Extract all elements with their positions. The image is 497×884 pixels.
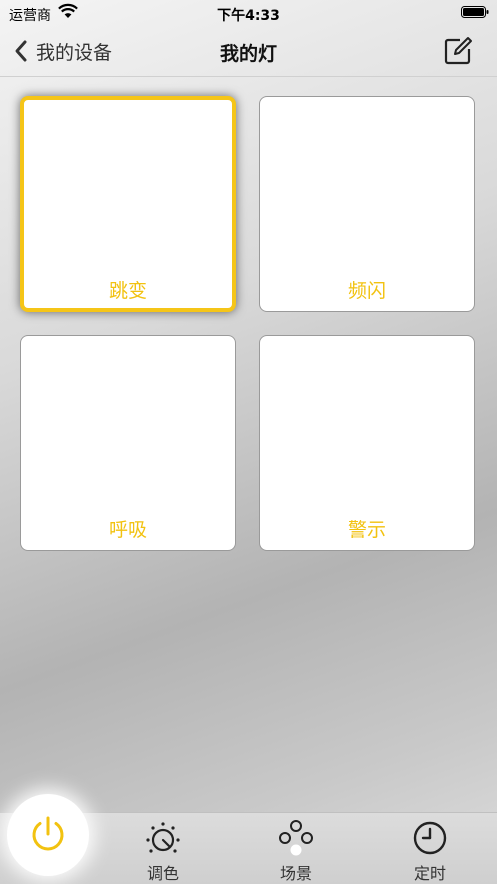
tab-timer[interactable]: 定时 (390, 818, 470, 883)
color-dial-icon (146, 822, 180, 853)
edit-icon[interactable] (443, 36, 473, 66)
mode-grid: 跳变 频闪 呼吸 警示 (20, 96, 478, 556)
tab-scene-label: 场景 (279, 864, 312, 883)
page-title: 我的灯 (219, 43, 277, 65)
nav-bar: 我的设备 我的灯 (0, 26, 497, 77)
power-icon (32, 816, 64, 851)
status-bar: 运营商 下午4:33 (0, 0, 497, 26)
scene-icon (279, 820, 313, 856)
mode-label: 频闪 (347, 280, 386, 302)
status-time: 下午4:33 (217, 8, 280, 24)
mode-tile-strobe[interactable]: 频闪 (259, 96, 475, 312)
power-button[interactable] (7, 794, 89, 876)
clock-icon (413, 821, 447, 855)
mode-label: 呼吸 (108, 519, 147, 541)
tab-timer-label: 定时 (413, 864, 446, 883)
mode-label: 警示 (347, 519, 386, 541)
mode-label: 跳变 (108, 280, 147, 302)
tab-color[interactable]: 调色 (123, 818, 203, 883)
mode-tile-breathe[interactable]: 呼吸 (20, 335, 236, 551)
mode-tile-jump[interactable]: 跳变 (20, 96, 236, 312)
tab-scene[interactable]: 场景 (256, 818, 336, 883)
tab-color-label: 调色 (146, 864, 179, 883)
mode-tile-warning[interactable]: 警示 (259, 335, 475, 551)
battery-icon (461, 6, 489, 18)
